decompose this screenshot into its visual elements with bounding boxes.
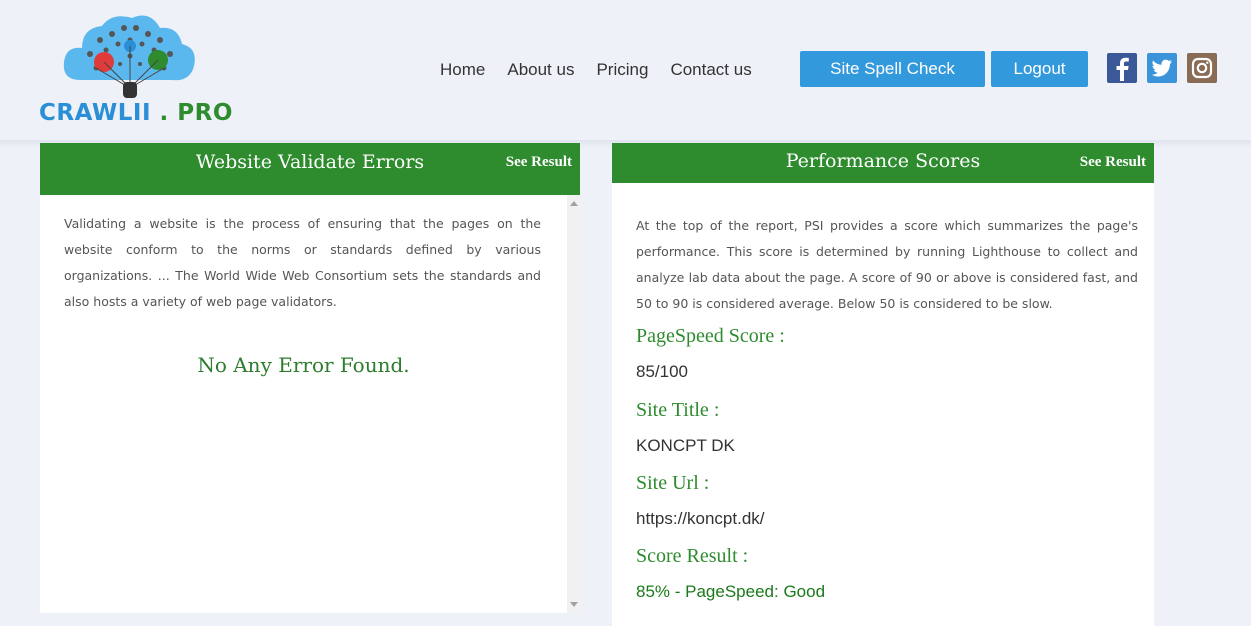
site-url-value: https://koncpt.dk/ bbox=[636, 509, 765, 528]
main-nav: Home About us Pricing Contact us bbox=[440, 52, 774, 87]
twitter-icon[interactable] bbox=[1147, 53, 1177, 83]
validate-panel-header: Website Validate Errors See Result bbox=[40, 143, 580, 195]
score-result-value: 85% - PageSpeed: Good bbox=[636, 582, 826, 601]
site-header: CRAWLII . PRO Home About us Pricing Cont… bbox=[0, 0, 1251, 143]
cloud-network-icon bbox=[63, 15, 195, 98]
scroll-down-arrow-icon[interactable] bbox=[570, 602, 578, 607]
performance-see-result-link[interactable]: See Result bbox=[1080, 154, 1146, 171]
score-result-label: Score Result : bbox=[636, 545, 749, 567]
validate-see-result-link[interactable]: See Result bbox=[506, 154, 572, 171]
pagespeed-label: PageSpeed Score : bbox=[636, 325, 785, 347]
site-title-label: Site Title : bbox=[636, 399, 720, 421]
facebook-icon[interactable] bbox=[1107, 53, 1137, 83]
site-title-value: KONCPT DK bbox=[636, 436, 735, 455]
logout-button[interactable]: Logout bbox=[991, 51, 1088, 87]
nav-home[interactable]: Home bbox=[440, 60, 485, 80]
nav-pricing[interactable]: Pricing bbox=[596, 60, 648, 80]
performance-panel-header: Performance Scores See Result bbox=[612, 143, 1154, 183]
nav-about[interactable]: About us bbox=[507, 60, 574, 80]
pagespeed-value: 85/100 bbox=[636, 362, 688, 381]
site-url-label: Site Url : bbox=[636, 472, 710, 494]
validate-errors-panel: Website Validate Errors See Result Valid… bbox=[40, 143, 580, 613]
validate-panel-scrollbar[interactable] bbox=[567, 195, 581, 613]
scroll-up-arrow-icon[interactable] bbox=[570, 201, 578, 206]
performance-scores-panel: Performance Scores See Result At the top… bbox=[612, 143, 1154, 626]
validate-panel-title: Website Validate Errors bbox=[195, 151, 425, 173]
logo-suffix: PRO bbox=[177, 100, 233, 126]
nav-contact[interactable]: Contact us bbox=[670, 60, 751, 80]
validate-result: No Any Error Found. bbox=[197, 353, 410, 377]
performance-panel-title: Performance Scores bbox=[785, 150, 981, 172]
validate-description: Validating a website is the process of e… bbox=[64, 216, 541, 309]
site-spell-check-button[interactable]: Site Spell Check bbox=[800, 51, 985, 87]
logo-text: CRAWLII . PRO bbox=[39, 100, 233, 126]
logo[interactable]: CRAWLII . PRO bbox=[38, 10, 238, 135]
instagram-icon[interactable] bbox=[1187, 53, 1217, 83]
performance-description: At the top of the report, PSI provides a… bbox=[636, 218, 1138, 311]
logo-brand: CRAWLII bbox=[39, 100, 151, 126]
logo-separator: . bbox=[151, 100, 178, 126]
